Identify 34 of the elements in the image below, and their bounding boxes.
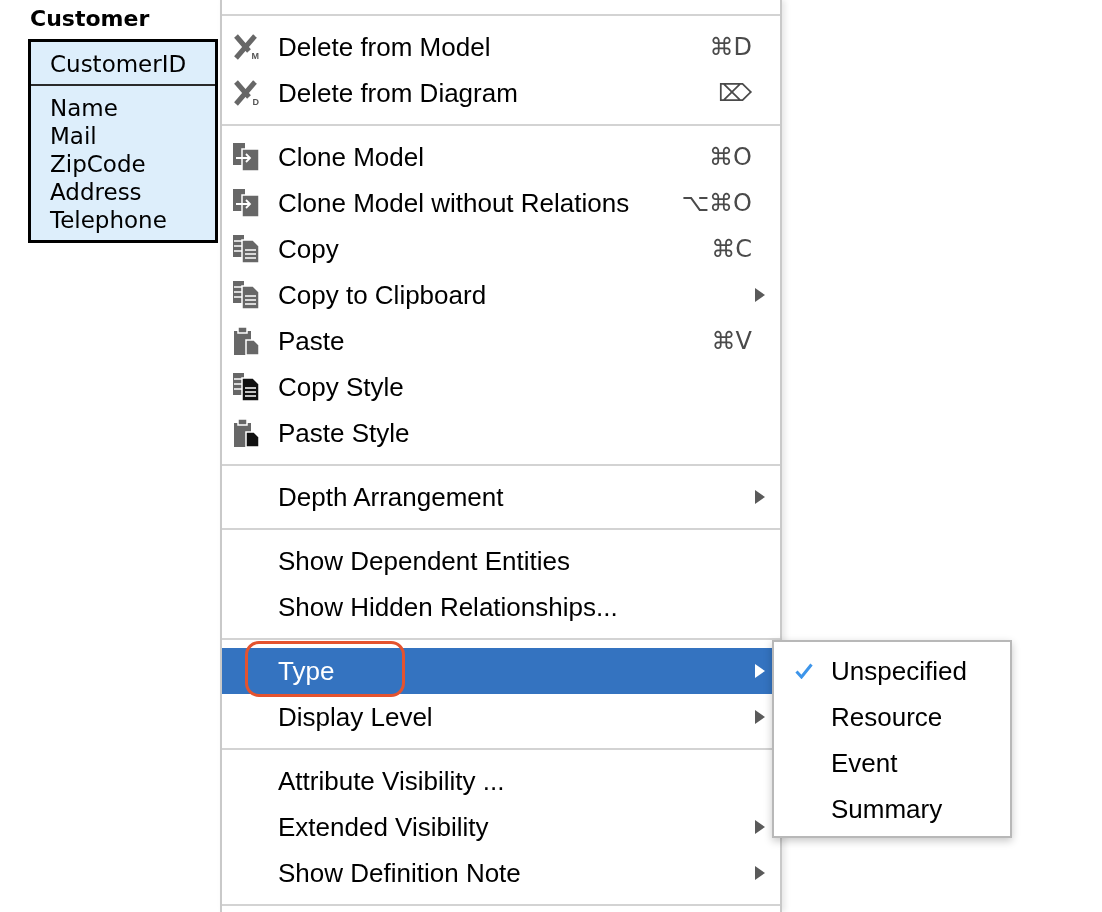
menu-item[interactable]: D Delete from Diagram ⌦: [222, 70, 780, 116]
attribute-name: Address: [50, 178, 142, 206]
menu-item[interactable]: Show Definition Note: [222, 850, 780, 896]
menu-item[interactable]: Paste ⌘V: [222, 318, 780, 364]
key-attribute-name: CustomerID: [50, 50, 187, 79]
menu-item[interactable]: Copy to Clipboard: [222, 272, 780, 318]
attribute-name: Mail: [50, 122, 97, 150]
menu-item[interactable]: Show Dependent Entities: [222, 538, 780, 584]
menu-item[interactable]: Show Hidden Relationships...: [222, 584, 780, 630]
copy-style-icon: [233, 373, 259, 401]
menu-item[interactable]: Paste Style: [222, 410, 780, 456]
menu-item[interactable]: Clone Model without Relations ⌥⌘O: [222, 180, 780, 226]
shortcut-label: ⌥⌘O: [681, 188, 752, 218]
menu-item[interactable]: Copy ⌘C: [222, 226, 780, 272]
copy-icon: [233, 235, 259, 263]
attribute-name: Name: [50, 94, 118, 122]
menu-item[interactable]: Clone Model ⌘O: [222, 134, 780, 180]
paste-icon: [233, 327, 259, 355]
entity-title: Customer: [29, 6, 150, 32]
shortcut-label: ⌦: [718, 78, 752, 108]
clone-icon: [233, 189, 259, 217]
clone-icon: [233, 143, 259, 171]
menu-item[interactable]: M Delete from Model ⌘D: [222, 24, 780, 70]
shortcut-label: ⌘D: [709, 32, 752, 62]
copy-icon: [233, 281, 259, 309]
shortcut-label: ⌘O: [709, 142, 752, 172]
shortcut-label: ⌘C: [711, 234, 752, 264]
menu-item[interactable]: Copy Style: [222, 364, 780, 410]
submenu-item[interactable]: Event: [774, 740, 1010, 786]
attribute-name: ZipCode: [50, 150, 146, 178]
attribute-name: Telephone: [50, 206, 167, 234]
paste-style-icon: [233, 419, 259, 447]
shortcut-label: ⌘V: [711, 326, 752, 356]
menu-item[interactable]: Depth Arrangement: [222, 474, 780, 520]
